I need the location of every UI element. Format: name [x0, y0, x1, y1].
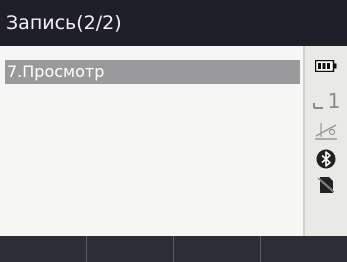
battery-icon	[305, 58, 347, 74]
sd-card-icon	[305, 174, 347, 196]
softkey-f1[interactable]	[0, 236, 87, 262]
page-title: Запись(2/2)	[6, 12, 122, 34]
softkey-f2[interactable]	[87, 236, 174, 262]
menu-panel: 7.Просмотр	[0, 46, 303, 236]
bluetooth-icon	[305, 148, 347, 170]
softkey-f3[interactable]	[174, 236, 261, 262]
status-bar: 1	[303, 46, 347, 236]
tilt-compensation-icon	[305, 120, 347, 142]
menu-item-label: 7.Просмотр	[7, 62, 105, 81]
level-value: 1	[328, 89, 341, 111]
softkey-f4[interactable]	[261, 236, 347, 262]
softkey-bar	[0, 236, 347, 262]
title-bar: Запись(2/2)	[0, 0, 347, 46]
target-level-icon: 1	[305, 86, 347, 112]
screen: Запись(2/2) 7.Просмотр 1	[0, 0, 347, 262]
menu-item-view[interactable]: 7.Просмотр	[5, 60, 300, 84]
